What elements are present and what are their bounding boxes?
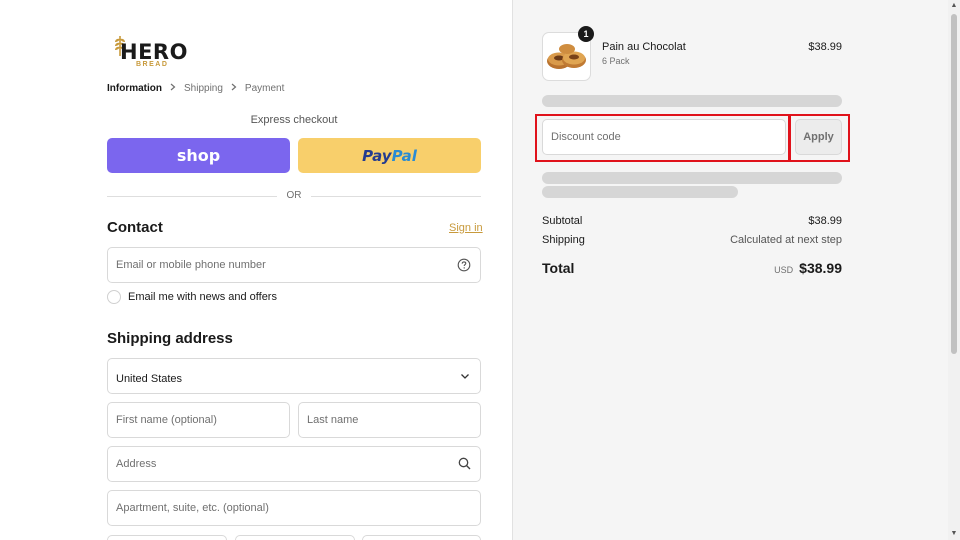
loading-placeholder [542, 186, 738, 198]
logo-tagline: BREAD [136, 61, 169, 68]
country-value: United States [116, 373, 183, 385]
loading-placeholder [542, 95, 842, 107]
address-field[interactable] [107, 446, 481, 482]
or-divider: OR [107, 189, 481, 203]
loading-placeholder [542, 172, 842, 184]
help-icon[interactable] [457, 258, 471, 275]
discount-code-field[interactable] [542, 119, 786, 155]
apartment-input[interactable] [116, 502, 480, 514]
breadcrumb-payment[interactable]: Payment [245, 83, 284, 94]
total-value: $38.99 [799, 260, 842, 276]
newsletter-checkbox[interactable] [107, 290, 121, 304]
express-checkout-label: Express checkout [250, 114, 338, 126]
contact-title: Contact [107, 219, 163, 236]
zip-field[interactable] [362, 535, 481, 540]
quantity-badge: 1 [578, 26, 594, 42]
country-select[interactable]: United States [107, 358, 481, 394]
shipping-label: Shipping [542, 234, 585, 246]
scroll-up-arrow-icon[interactable]: ▲ [948, 0, 960, 12]
scroll-down-arrow-icon[interactable]: ▼ [948, 528, 960, 540]
email-input[interactable] [116, 259, 480, 271]
address-input[interactable] [116, 458, 480, 470]
chevron-right-icon [231, 83, 237, 94]
checkout-form-panel: HERO BREAD Information Shipping Payment … [0, 0, 512, 540]
first-name-input[interactable] [116, 414, 289, 426]
product-name: Pain au Chocolat [602, 41, 686, 53]
total-currency: USD [774, 265, 794, 275]
last-name-field[interactable] [298, 402, 481, 438]
shipping-address-title: Shipping address [107, 330, 233, 347]
page-scrollbar[interactable]: ▲ ▼ [948, 0, 960, 540]
breadcrumb: Information Shipping Payment [107, 83, 284, 94]
search-icon[interactable] [458, 457, 471, 473]
or-text: OR [286, 190, 302, 201]
email-field[interactable] [107, 247, 481, 283]
state-field[interactable] [235, 535, 355, 540]
newsletter-option[interactable]: Email me with news and offers [107, 290, 277, 304]
shop-pay-label: shop [176, 146, 221, 165]
chevron-right-icon [170, 83, 176, 94]
product-price: $38.99 [808, 41, 842, 53]
paypal-label-pay: Pay [362, 146, 392, 165]
hero-bread-logo[interactable]: HERO BREAD [108, 32, 187, 70]
apply-discount-button[interactable]: Apply [795, 119, 842, 155]
apartment-field[interactable] [107, 490, 481, 526]
shipping-value: Calculated at next step [730, 234, 842, 246]
subtotal-label: Subtotal [542, 215, 583, 227]
product-variant: 6 Pack [602, 56, 630, 66]
sign-in-link[interactable]: Sign in [449, 222, 483, 234]
last-name-input[interactable] [307, 414, 480, 426]
paypal-button[interactable]: Pay Pal [298, 138, 481, 173]
breadcrumb-shipping[interactable]: Shipping [184, 83, 223, 94]
paypal-label-pal: Pal [391, 146, 417, 165]
newsletter-label: Email me with news and offers [128, 291, 277, 303]
total-amount: USD $38.99 [774, 260, 842, 276]
subtotal-value: $38.99 [808, 215, 842, 227]
discount-code-input[interactable] [551, 131, 785, 143]
first-name-field[interactable] [107, 402, 290, 438]
total-label: Total [542, 260, 575, 276]
chevron-down-icon [460, 371, 470, 383]
shop-pay-button[interactable]: shop [107, 138, 290, 173]
scroll-thumb[interactable] [951, 14, 957, 354]
city-field[interactable] [107, 535, 227, 540]
breadcrumb-information: Information [107, 83, 162, 94]
